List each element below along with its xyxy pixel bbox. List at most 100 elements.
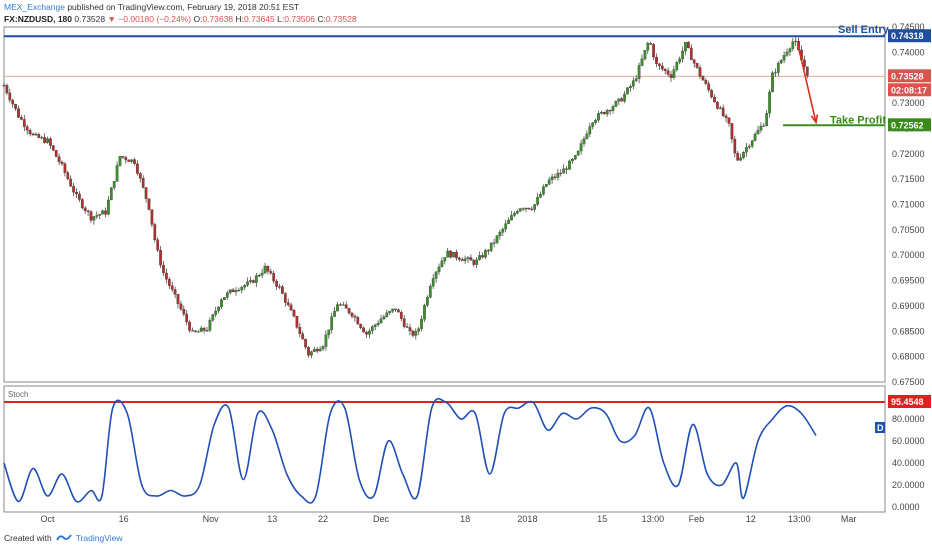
candle-body xyxy=(194,330,197,332)
candle-body xyxy=(179,303,183,310)
candle-body xyxy=(750,140,754,147)
candle-body xyxy=(54,150,58,157)
candle-body xyxy=(608,110,612,112)
candle-body xyxy=(34,133,38,136)
candle-body xyxy=(634,78,638,81)
candle-body xyxy=(626,87,629,95)
candle-body xyxy=(405,326,409,328)
candle-body xyxy=(611,106,615,111)
candle-body xyxy=(530,208,534,210)
candle-body xyxy=(791,41,795,49)
time-tick-label: 15 xyxy=(597,514,607,524)
tradingview-brand[interactable]: TradingView xyxy=(76,533,123,543)
time-tick-label: 18 xyxy=(460,514,470,524)
time-tick-label: Mar xyxy=(841,514,857,524)
price-tick-label: 0.72000 xyxy=(892,149,925,159)
candle-body xyxy=(281,286,284,294)
candle-body xyxy=(321,346,325,350)
candle-body xyxy=(637,65,641,79)
candle-body xyxy=(214,310,218,315)
candle-body xyxy=(475,259,479,265)
candle-body xyxy=(182,308,186,315)
candle-body xyxy=(446,250,450,258)
candles-group xyxy=(2,37,809,358)
candle-body xyxy=(426,297,429,306)
candle-body xyxy=(292,310,296,317)
candle-body xyxy=(310,351,313,356)
candle-body xyxy=(747,145,751,148)
candle-body xyxy=(327,329,331,335)
candle-body xyxy=(188,321,191,331)
candle-body xyxy=(536,197,539,205)
candle-body xyxy=(788,48,792,53)
candle-body xyxy=(782,55,786,61)
price-tick-label: 0.70000 xyxy=(892,250,925,260)
candle-body xyxy=(237,289,241,291)
candle-body xyxy=(666,70,670,75)
candle-body xyxy=(101,210,104,215)
price-tick-label: 0.68000 xyxy=(892,352,925,362)
price-chart[interactable]: 0.745000.740000.735000.730000.725000.720… xyxy=(0,0,932,550)
price-tick-label: 0.69000 xyxy=(892,301,925,311)
candle-body xyxy=(420,318,423,329)
time-tick-label: 22 xyxy=(318,514,328,524)
stoch-label: Stoch xyxy=(8,390,28,399)
candle-body xyxy=(173,289,177,295)
tradingview-logo-icon xyxy=(55,534,72,541)
candle-body xyxy=(22,119,26,127)
candle-body xyxy=(28,130,32,135)
candle-body xyxy=(295,316,299,328)
candle-body xyxy=(92,216,96,221)
candle-body xyxy=(423,305,426,320)
candle-body xyxy=(544,184,548,187)
candle-body xyxy=(246,281,249,286)
candle-body xyxy=(275,280,278,287)
candle-body xyxy=(455,252,458,259)
candle-body xyxy=(730,123,734,140)
candle-body xyxy=(365,331,368,335)
candle-body xyxy=(489,242,493,251)
candle-body xyxy=(254,275,258,283)
candle-body xyxy=(408,327,412,332)
candle-body xyxy=(341,304,345,306)
candle-body xyxy=(431,278,435,287)
candle-body xyxy=(553,176,557,178)
time-tick-label: 12 xyxy=(746,514,756,524)
candle-body xyxy=(176,294,180,304)
candle-body xyxy=(399,312,403,319)
candle-body xyxy=(373,324,377,327)
candle-body xyxy=(202,327,206,331)
candle-body xyxy=(678,58,682,63)
candle-body xyxy=(234,290,238,293)
candle-body xyxy=(472,260,476,265)
candle-body xyxy=(600,111,603,114)
candle-body xyxy=(437,266,441,273)
candle-body xyxy=(687,41,690,49)
candle-body xyxy=(689,47,693,61)
candle-body xyxy=(805,66,809,76)
candle-body xyxy=(289,304,293,311)
candle-body xyxy=(753,133,757,141)
candle-body xyxy=(742,152,745,158)
stoch-d-badge-text: D xyxy=(877,423,884,433)
stoch-tick-label: 40.0000 xyxy=(892,458,925,468)
candle-body xyxy=(620,98,624,102)
candle-body xyxy=(199,327,203,332)
candle-body xyxy=(225,292,229,298)
time-tick-label: 13 xyxy=(267,514,277,524)
candle-body xyxy=(756,129,760,135)
candle-body xyxy=(721,107,725,117)
candle-body xyxy=(25,126,29,131)
candle-body xyxy=(568,160,571,170)
candle-body xyxy=(17,108,20,118)
candle-body xyxy=(57,156,61,163)
sell-entry-label: Sell Entry xyxy=(838,24,890,36)
price-tick-label: 0.71500 xyxy=(892,174,925,184)
candle-body xyxy=(165,272,168,280)
candle-body xyxy=(339,304,342,306)
candle-body xyxy=(60,161,64,164)
candle-body xyxy=(672,69,676,78)
candle-body xyxy=(739,157,742,161)
candle-body xyxy=(605,110,609,115)
candle-body xyxy=(11,99,15,105)
